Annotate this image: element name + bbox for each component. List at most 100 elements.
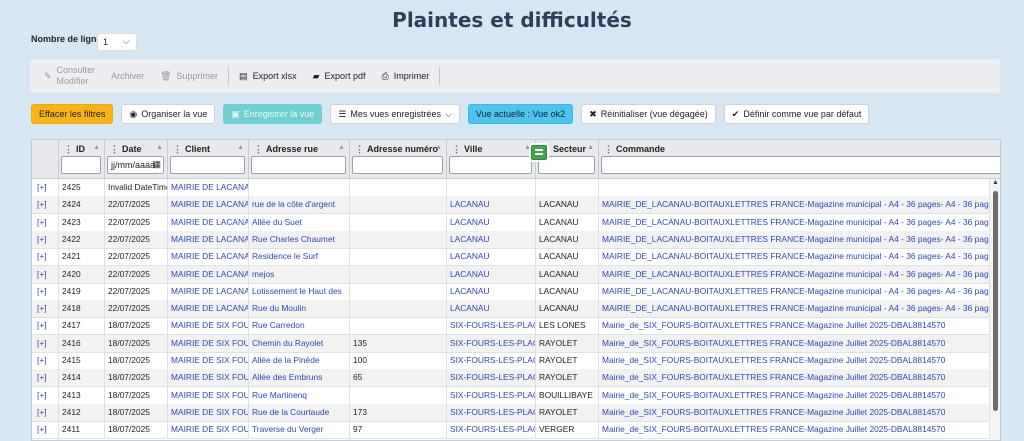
table-row[interactable]: [+] 2423 22/07/2025 MAIRIE DE LACANAU Allée … [32, 213, 990, 232]
cell-city[interactable]: SIX-FOURS-LES-PLAGES [447, 334, 536, 352]
expand-row-toggle[interactable]: [+] [32, 282, 59, 300]
cell-city[interactable]: LACANAU [447, 230, 536, 248]
consult-edit-button[interactable]: ✎ Consulter Modifier [36, 64, 103, 88]
cell-address[interactable]: Rue de la Courtaude [249, 403, 350, 421]
table-row[interactable]: [+] 2418 22/07/2025 MAIRIE DE LACANAU Rue du… [32, 300, 990, 319]
print-button[interactable]: ⎙ Imprimer [374, 64, 438, 88]
cell-address[interactable]: Rue Martinenq [249, 386, 350, 404]
cell-city[interactable]: SIX-FOURS-LES-PLAGES [447, 386, 536, 404]
cell-address[interactable]: rue de la côte d'argent [249, 196, 350, 214]
address-filter-input[interactable] [251, 156, 346, 174]
cell-order[interactable]: MAIRIE_DE_LACANAU-BOITAUXLETTRES FRANCE-… [599, 213, 990, 231]
cell-city[interactable] [447, 179, 536, 196]
cell-city[interactable]: LACANAU [447, 213, 536, 231]
table-row[interactable]: [+] 2425 Invalid DateTime MAIRIE DE LACANAU [32, 179, 990, 197]
column-header-client[interactable]: ⋮ Client ▲ [168, 140, 249, 178]
cell-city[interactable]: SIX-FOURS-LES-PLAGES [447, 403, 536, 421]
expand-row-toggle[interactable]: [+] [32, 386, 59, 404]
cell-city[interactable]: SIX-FOURS-LES-PLAGES [447, 317, 536, 335]
cell-address[interactable]: Rue Carredon [249, 317, 350, 335]
expand-row-toggle[interactable]: [+] [32, 213, 59, 231]
date-filter-input[interactable]: jj/mm/aaaa ▦ [107, 156, 164, 174]
cell-address[interactable]: Rue du Moulin [249, 300, 350, 318]
sort-icon[interactable]: ▲ [435, 144, 442, 151]
cell-client[interactable]: MAIRIE DE SIX FOURS [168, 403, 249, 421]
table-row[interactable]: [+]241318/07/2025MAIRIE DE SIX FOURSRue … [32, 386, 990, 405]
table-row[interactable]: [+]241718/07/2025MAIRIE DE SIX FOURSRue … [32, 317, 990, 336]
expand-row-toggle[interactable]: [+] [32, 179, 59, 196]
table-row[interactable]: [+]241418/07/2025MAIRIE DE SIX FOURSAllé… [32, 369, 990, 388]
cell-address[interactable]: Allée des Embruns [249, 369, 350, 387]
cell-client[interactable]: MAIRIE DE SIX FOURS [168, 352, 249, 369]
id-filter-input[interactable] [61, 156, 101, 174]
rows-count-select[interactable]: 1 ⌵ [97, 33, 137, 51]
table-row[interactable]: [+]241218/07/2025MAIRIE DE SIX FOURSRue … [32, 403, 990, 422]
reset-view-button[interactable]: ✖ Réinitialiser (vue dégagée) [581, 104, 716, 124]
cell-order[interactable]: MAIRIE_DE_LACANAU-BOITAUXLETTRES FRANCE-… [599, 265, 990, 283]
cell-address[interactable]: Traverse du Verger [249, 421, 350, 439]
scroll-up-icon[interactable]: ▲ [992, 179, 999, 186]
cell-client[interactable]: MAIRIE DE SIX FOURS [168, 317, 249, 335]
column-header-address[interactable]: ⋮ Adresse rue ▲ [249, 140, 350, 178]
sort-icon[interactable]: ▲ [524, 144, 531, 151]
column-header-date[interactable]: ⋮ Date ▲ jj/mm/aaaa ▦ [105, 140, 168, 178]
cell-client[interactable]: MAIRIE DE SIX FOURS [168, 334, 249, 352]
cell-client[interactable]: MAIRIE DE LACANAU [168, 282, 249, 300]
table-row[interactable]: [+] 2420 22/07/2025 MAIRIE DE LACANAU mejos L… [32, 265, 990, 284]
table-row[interactable]: [+] 2422 22/07/2025 MAIRIE DE LACANAU Rue Ch… [32, 230, 990, 249]
cell-client[interactable]: MAIRIE DE LACANAU [168, 230, 249, 248]
cell-client[interactable]: MAIRIE DE LACANAU [168, 196, 249, 214]
cell-order[interactable]: MAIRIE_DE_LACANAU-BOITAUXLETTRES FRANCE-… [599, 230, 990, 248]
expand-row-toggle[interactable]: [+] [32, 369, 59, 387]
cell-city[interactable]: SIX-FOURS-LES-PLAGES [447, 421, 536, 439]
cell-city[interactable]: LACANAU [447, 282, 536, 300]
cell-order[interactable]: Mairie_de_SIX_FOURS-BOITAUXLETTRES FRANC… [599, 352, 990, 369]
cell-city[interactable]: LACANAU [447, 300, 536, 318]
sort-icon[interactable]: ▲ [93, 144, 100, 151]
sort-icon[interactable]: ▲ [338, 144, 345, 151]
cell-client[interactable]: MAIRIE DE LACANAU [168, 248, 249, 266]
cell-order[interactable]: MAIRIE_DE_LACANAU-BOITAUXLETTRES FRANCE-… [599, 282, 990, 300]
sort-icon[interactable]: ▲ [156, 144, 163, 151]
delete-button[interactable]: 🗑 Supprimer [152, 64, 226, 88]
cell-order[interactable]: MAIRIE_DE_LACANAU-BOITAUXLETTRES FRANCE-… [599, 300, 990, 318]
expand-row-toggle[interactable]: [+] [32, 334, 59, 352]
cell-client[interactable]: MAIRIE DE SIX FOURS [168, 421, 249, 439]
vertical-scrollbar[interactable]: ▲ [990, 179, 1000, 440]
cell-order[interactable]: Mairie_de_SIX_FOURS-BOITAUXLETTRES FRANC… [599, 421, 990, 439]
table-row[interactable]: [+] 2421 22/07/2025 MAIRIE DE LACANAU Reside… [32, 248, 990, 267]
column-header-city[interactable]: ⋮ Ville ▲ [447, 140, 536, 178]
cell-address[interactable]: Allée de la Pinède [249, 352, 350, 369]
expand-row-toggle[interactable]: [+] [32, 196, 59, 214]
cell-client[interactable]: MAIRIE DE SIX FOURS [168, 369, 249, 387]
calendar-icon[interactable]: ▦ [152, 159, 161, 170]
table-row[interactable]: [+]241118/07/2025MAIRIE DE SIX FOURSTrav… [32, 421, 990, 440]
cell-city[interactable]: LACANAU [447, 248, 536, 266]
set-default-view-button[interactable]: ✔ Définir comme vue par défaut [723, 104, 870, 124]
saved-views-dropdown[interactable]: ☰ Mes vues enregistrées ⌵ [330, 104, 460, 124]
cell-order[interactable]: MAIRIE_DE_LACANAU-BOITAUXLETTRES FRANCE-… [599, 248, 990, 266]
expand-row-toggle[interactable]: [+] [32, 403, 59, 421]
organize-view-button[interactable]: ◉ Organiser la vue [121, 104, 216, 124]
cell-city[interactable]: SIX-FOURS-LES-PLAGES [447, 352, 536, 369]
address-number-filter-input[interactable] [352, 156, 443, 174]
cell-client[interactable]: MAIRIE DE SIX FOURS [168, 386, 249, 404]
save-view-button[interactable]: ▣ Enregistrer la vue [223, 104, 323, 124]
table-row[interactable]: [+] 2419 22/07/2025 MAIRIE DE LACANAU Lotiss… [32, 282, 990, 301]
current-view-button[interactable]: Vue actuelle : Vue ok2 [467, 104, 574, 124]
cell-client[interactable]: MAIRIE DE LACANAU [168, 300, 249, 318]
cell-order[interactable]: Mairie_de_SIX_FOURS-BOITAUXLETTRES FRANC… [599, 403, 990, 421]
cell-address[interactable]: Chemin du Rayolet [249, 334, 350, 352]
export-pdf-button[interactable]: ▰ Export pdf [305, 64, 374, 88]
cell-client[interactable]: MAIRIE DE LACANAU [168, 179, 249, 196]
sort-icon[interactable]: ▲ [237, 144, 244, 151]
cell-address[interactable]: mejos [249, 265, 350, 283]
client-filter-input[interactable] [170, 156, 245, 174]
cell-address[interactable]: Lotissement le Haut des [249, 282, 350, 300]
column-header-address-number[interactable]: ⋮ Adresse numéro ▲ [350, 140, 447, 178]
cell-order[interactable]: MAIRIE_DE_LACANAU-BOITAUXLETTRES FRANCE-… [599, 196, 990, 214]
cell-address[interactable] [249, 179, 350, 196]
expand-row-toggle[interactable]: [+] [32, 317, 59, 335]
table-row[interactable]: [+]241518/07/2025MAIRIE DE SIX FOURSAllé… [32, 352, 990, 370]
expand-row-toggle[interactable]: [+] [32, 248, 59, 266]
